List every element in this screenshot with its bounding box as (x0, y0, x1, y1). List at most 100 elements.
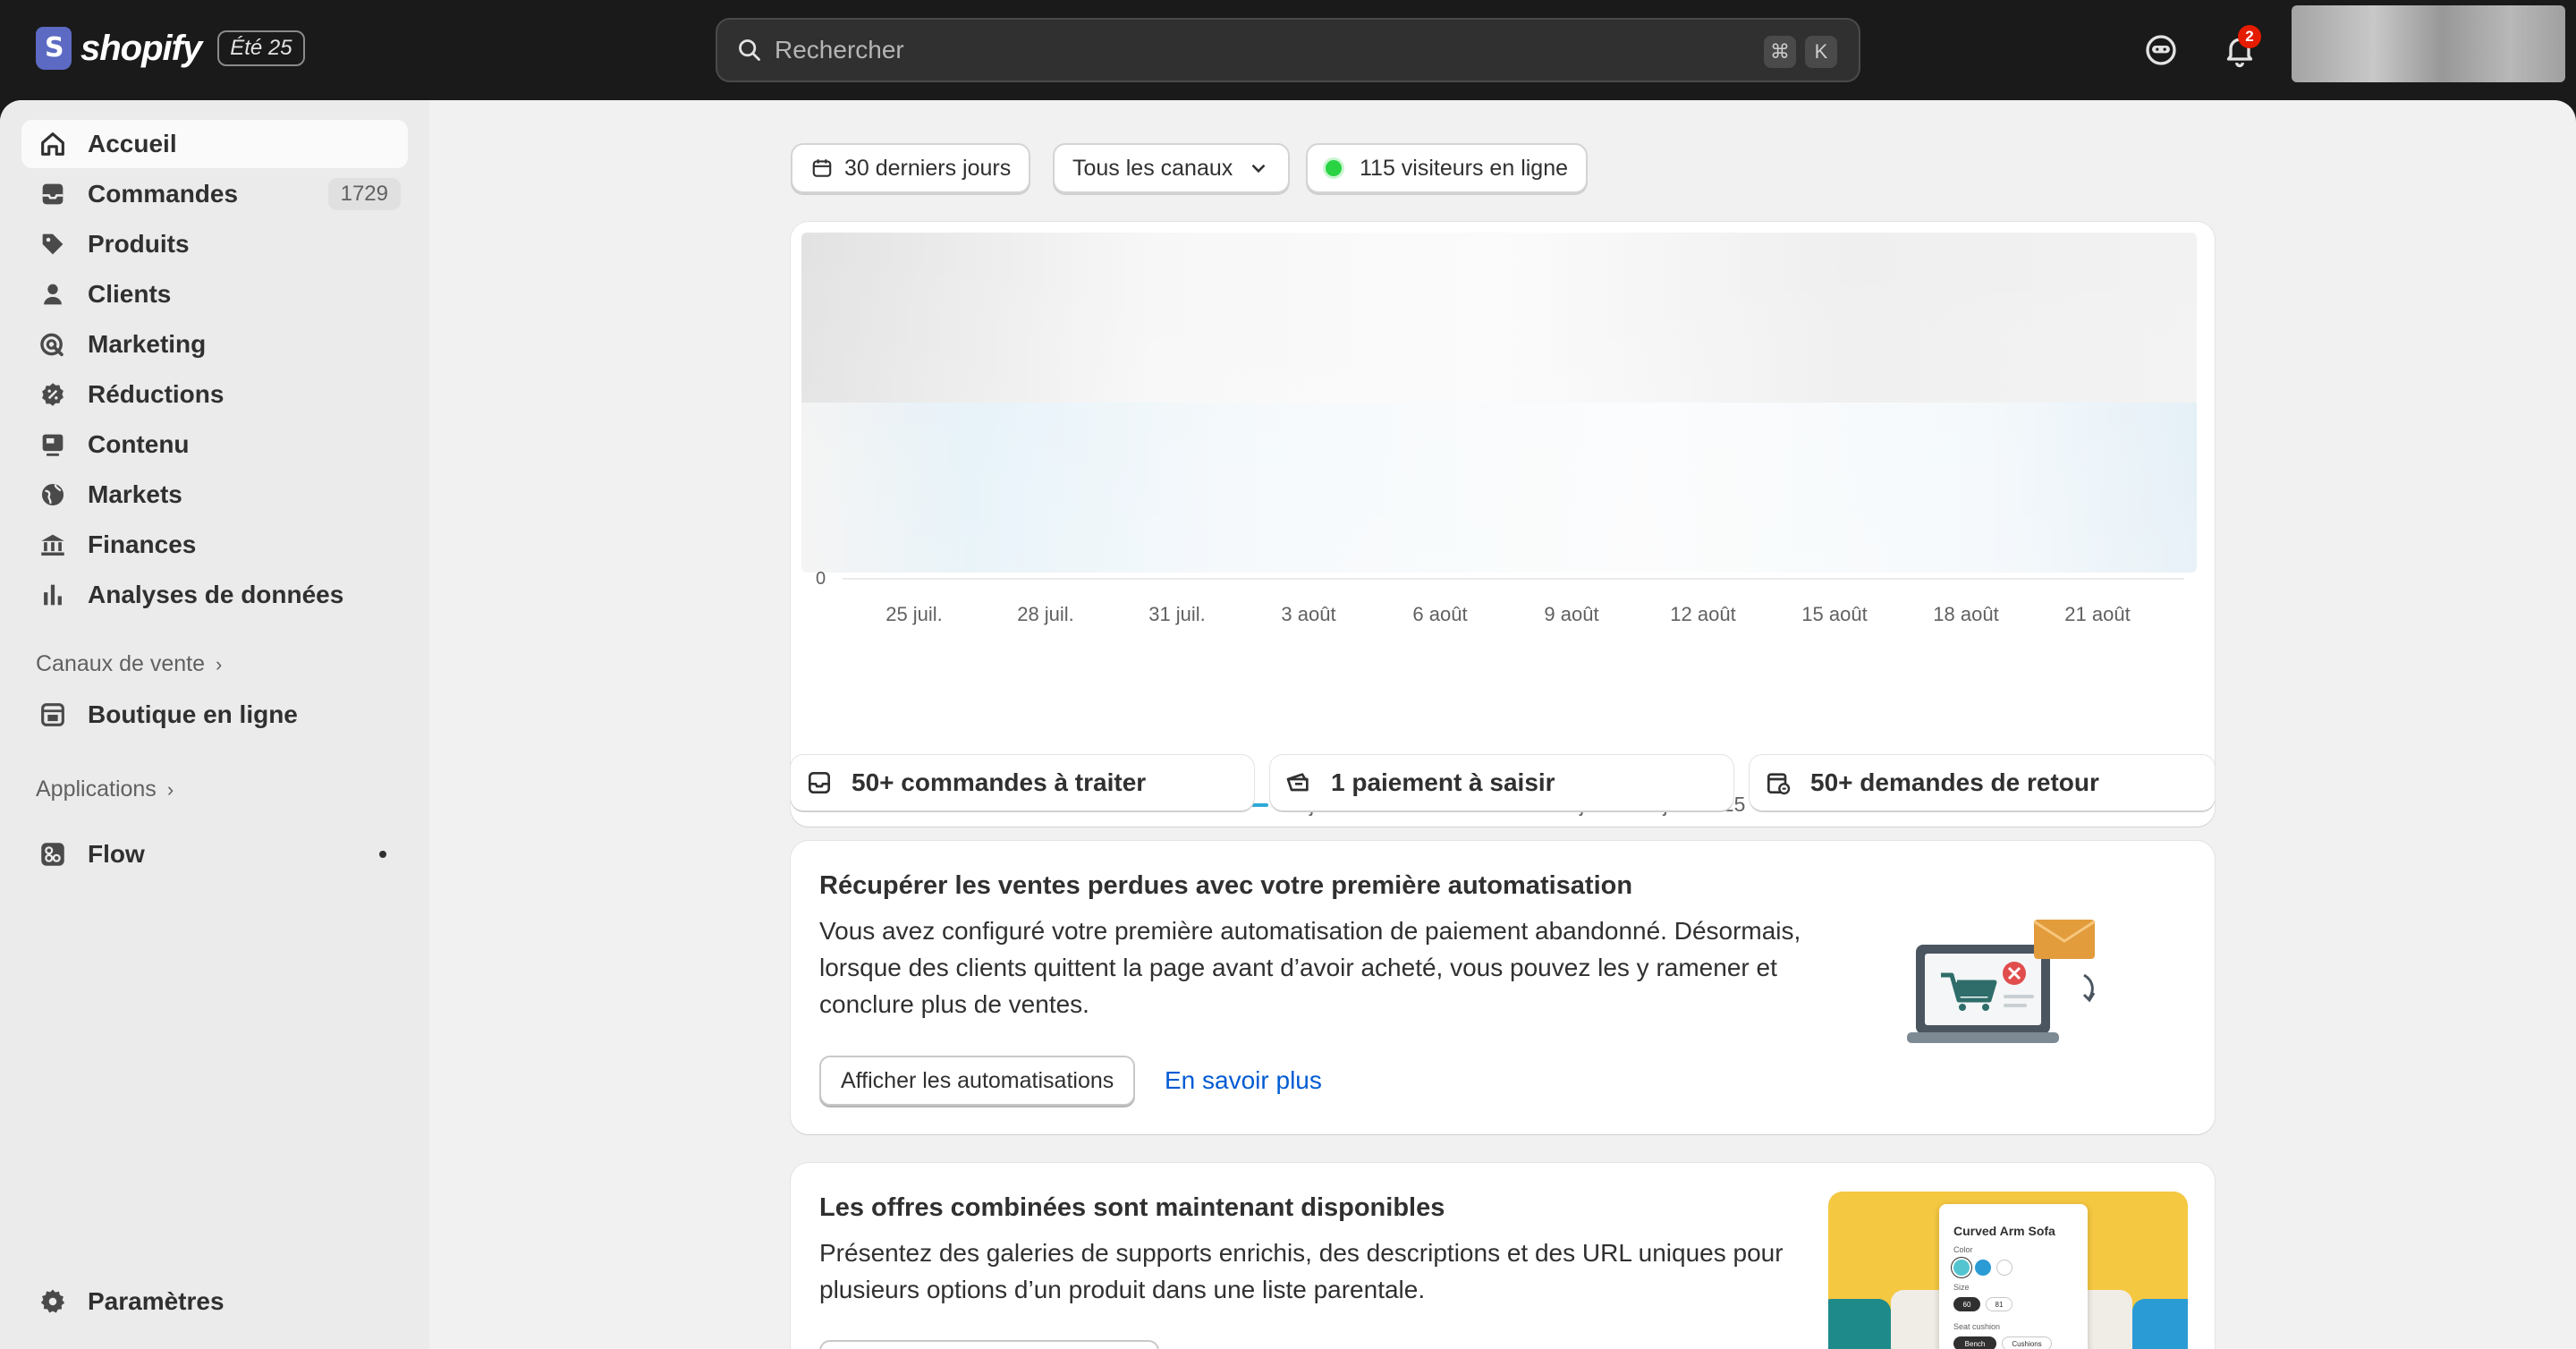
x-axis-tick-label: 15 août (1801, 603, 1868, 625)
sofa-blue-right (2132, 1299, 2188, 1349)
orders-count-badge: 1729 (327, 178, 401, 210)
apps-section[interactable]: Applications › (36, 776, 174, 802)
live-visitors-label: 115 visiteurs en ligne (1360, 155, 1569, 181)
sidebar-item-finances[interactable]: Finances (21, 521, 408, 569)
sidebar-item-label: Marketing (88, 330, 207, 358)
sidebar-item-contenu[interactable]: Contenu (21, 420, 408, 469)
live-visitors-chip[interactable]: 115 visiteurs en ligne (1306, 143, 1589, 193)
bundles-card-body: Présentez des galeries de supports enric… (819, 1234, 1784, 1308)
sidebar-item-clients[interactable]: Clients (21, 270, 408, 318)
sidebar-item-accueil[interactable]: Accueil (21, 120, 408, 168)
search-bar[interactable]: ⌘ K (716, 18, 1860, 82)
top-bar: shopify Été 25 ⌘ K 2 (0, 0, 2576, 100)
x-axis-tick-label: 3 août (1281, 603, 1336, 625)
inbox-icon (42, 183, 64, 205)
edition-badge[interactable]: Été 25 (217, 30, 305, 66)
sidebar-item-flow[interactable]: Flow (21, 830, 408, 878)
app-pin-indicator (379, 851, 386, 858)
x-axis-tick-label: 31 juil. (1148, 603, 1206, 625)
search-input[interactable] (775, 36, 1669, 64)
color-swatch-teal (1953, 1260, 1970, 1276)
y-axis-zero-label: 0 (816, 569, 826, 589)
gear-icon (40, 1289, 65, 1313)
payment-to-capture-task[interactable]: 1 paiement à saisir (1270, 755, 1733, 810)
sidebar-item-label: Accueil (88, 130, 177, 157)
calendar-icon (812, 159, 832, 177)
x-axis-tick-label: 28 juil. (1017, 603, 1074, 625)
sidebar-item-commandes[interactable]: Commandes 1729 (21, 170, 408, 218)
x-axis-tick-label: 6 août (1412, 603, 1468, 625)
bar-chart-icon (44, 584, 62, 606)
chevron-down-icon (1251, 164, 1266, 174)
date-range-label: 30 derniers jours (844, 155, 1012, 181)
body-line: Vous avez configuré votre première autom… (819, 917, 1801, 945)
cash-icon (1286, 773, 1309, 792)
target-icon (40, 333, 64, 357)
bundles-action-button[interactable] (819, 1340, 1159, 1349)
product-preview-card: Curved Arm Sofa Color Size 60 81 Seat cu… (1939, 1204, 2088, 1349)
size-option-pill: 60 (1953, 1297, 1980, 1311)
section-title-label: Applications (36, 776, 157, 802)
shopify-bag-icon (36, 27, 72, 70)
cmd-key-hint: ⌘ (1764, 36, 1796, 68)
automation-card: Récupérer les ventes perdues avec votre … (791, 841, 2215, 1134)
sidebar-item-label: Markets (88, 480, 182, 508)
shopify-logo[interactable]: shopify Été 25 (36, 27, 305, 70)
return-requests-task[interactable]: 50+ demandes de retour (1750, 755, 2215, 810)
content-icon (42, 434, 64, 456)
color-swatch-white (1996, 1260, 2012, 1276)
obscured-chart-region (801, 233, 2197, 573)
x-axis-tick-label: 18 août (1933, 603, 1999, 625)
product-title: Curved Arm Sofa (1953, 1224, 2055, 1238)
channels-dropdown[interactable]: Tous les canaux (1053, 143, 1291, 193)
sidekick-icon[interactable] (2143, 32, 2179, 68)
sidebar-item-analyses[interactable]: Analyses de données (21, 571, 408, 619)
sidebar-item-label: Paramètres (88, 1287, 225, 1315)
channels-label: Tous les canaux (1072, 155, 1233, 181)
body-line: conclure plus de ventes. (819, 990, 1089, 1018)
sidebar-item-markets[interactable]: Markets (21, 471, 408, 519)
globe-icon (41, 483, 64, 506)
body-line: lorsque des clients quittent la page ava… (819, 954, 1777, 981)
color-swatch-blue (1975, 1260, 1991, 1276)
product-options-illustration: Curved Arm Sofa Color Size 60 81 Seat cu… (1828, 1192, 2188, 1349)
seat-option-pill: Cushions (2002, 1336, 2052, 1349)
view-automations-button[interactable]: Afficher les automatisations (819, 1056, 1136, 1106)
automation-card-body: Vous avez configuré votre première autom… (819, 912, 1801, 1022)
sidebar-item-parametres[interactable]: Paramètres (21, 1277, 408, 1326)
sidebar-item-reductions[interactable]: Réductions (21, 370, 408, 419)
size-option-label: Size (1953, 1283, 1970, 1292)
automation-card-title: Récupérer les ventes perdues avec votre … (819, 871, 1633, 900)
sidebar-item-label: Boutique en ligne (88, 700, 298, 728)
x-axis-tick-label: 12 août (1670, 603, 1736, 625)
color-option-label: Color (1953, 1245, 1973, 1254)
storefront-icon (41, 703, 64, 726)
sidebar-item-marketing[interactable]: Marketing (21, 320, 408, 369)
date-range-picker[interactable]: 30 derniers jours (791, 143, 1031, 193)
bundles-card: Les offres combinées sont maintenant dis… (791, 1163, 2215, 1349)
sidebar-item-label: Analyses de données (88, 581, 344, 608)
person-icon (44, 284, 62, 305)
sidebar-item-label: Clients (88, 280, 172, 308)
task-label: 1 paiement à saisir (1331, 768, 1555, 796)
x-axis-tick-label: 21 août (2064, 603, 2131, 625)
sidebar-item-label: Finances (88, 530, 197, 558)
sidebar-item-label: Contenu (88, 430, 190, 458)
orders-to-process-task[interactable]: 50+ commandes à traiter (791, 755, 1254, 810)
learn-more-link[interactable]: En savoir plus (1165, 1066, 1322, 1095)
task-label: 50+ commandes à traiter (852, 768, 1147, 796)
x-axis-line (843, 578, 2184, 580)
body-line: Présentez des galeries de supports enric… (819, 1239, 1784, 1267)
brand-name: shopify (80, 28, 202, 68)
sidebar-item-boutique[interactable]: Boutique en ligne (21, 691, 408, 739)
size-option-pill: 81 (1986, 1297, 2012, 1311)
sidebar-item-label: Produits (88, 230, 190, 258)
sofa-teal-left (1828, 1299, 1891, 1349)
sales-channels-section[interactable]: Canaux de vente › (36, 651, 222, 677)
sidebar-item-produits[interactable]: Produits (21, 220, 408, 268)
x-axis-tick-label: 25 juil. (886, 603, 943, 625)
store-account-avatar[interactable] (2292, 5, 2565, 82)
chevron-right-icon: › (216, 652, 223, 675)
admin-frame: Accueil Commandes 1729 Produits Clients … (0, 100, 2576, 1349)
sidebar: Accueil Commandes 1729 Produits Clients … (0, 100, 429, 1349)
